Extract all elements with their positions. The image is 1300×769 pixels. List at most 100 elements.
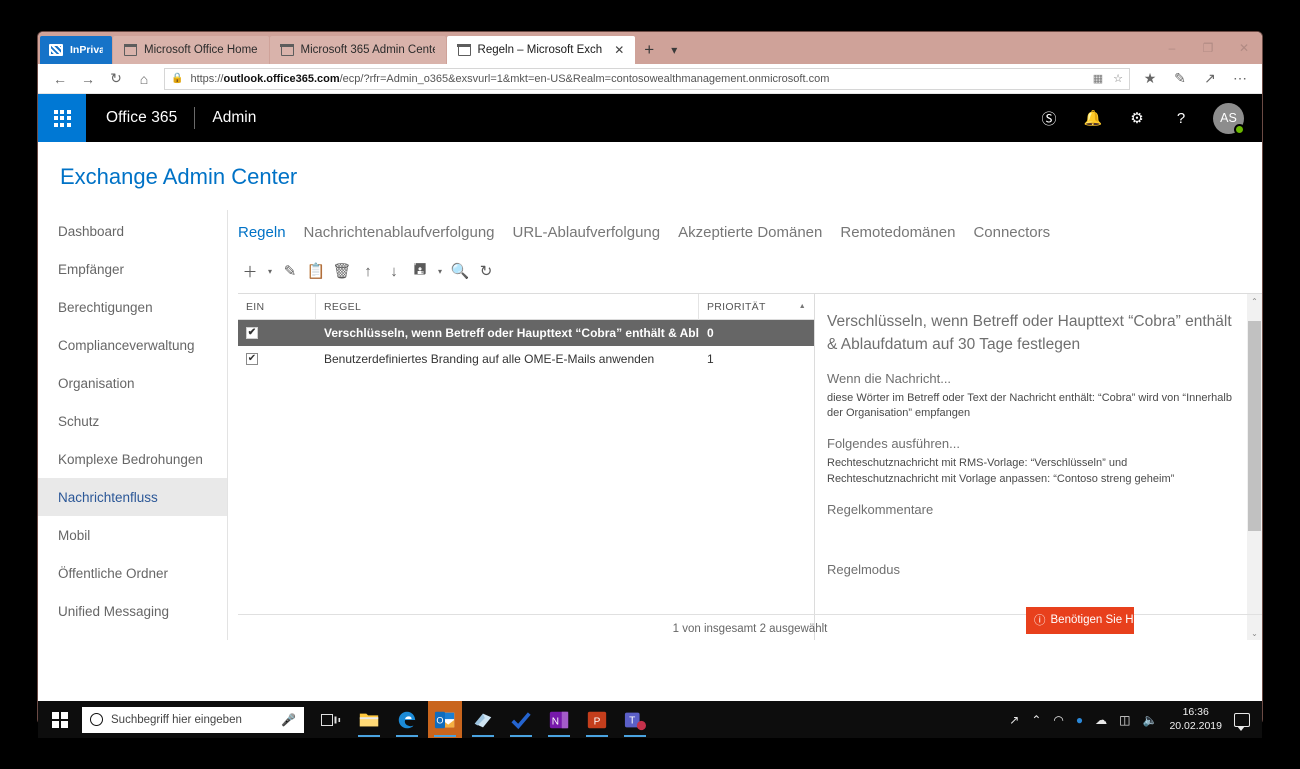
tab-regeln[interactable]: Regeln bbox=[238, 224, 286, 241]
task-view-icon[interactable] bbox=[314, 701, 348, 738]
show-hidden-icons-chevron-icon[interactable]: ⌃ bbox=[1031, 713, 1041, 727]
running-indicator bbox=[358, 735, 380, 737]
powerpoint-icon[interactable]: P bbox=[580, 701, 614, 738]
address-bar-text: https://outlook.office365.com/ecp/?rfr=A… bbox=[190, 73, 829, 85]
bell-icon[interactable]: 🔔 bbox=[1073, 96, 1113, 140]
sidebar-item-nachrichtenfluss[interactable]: Nachrichtenfluss bbox=[38, 478, 227, 516]
add-dropdown-caret-icon[interactable]: ▾ bbox=[264, 259, 276, 283]
sidebar-item-oeffentliche-ordner[interactable]: Öffentliche Ordner bbox=[38, 554, 227, 592]
browser-tab-m365-admin[interactable]: Microsoft 365 Admin Cente bbox=[270, 36, 446, 64]
microsoft-teams-icon[interactable]: T bbox=[618, 701, 652, 738]
onedrive-cloud-icon[interactable]: ☁ bbox=[1095, 713, 1107, 727]
wifi-icon[interactable]: ◠ bbox=[1053, 713, 1063, 727]
row-checkbox[interactable]: ✔ bbox=[246, 327, 258, 339]
inprivate-label: InPrivate bbox=[70, 44, 103, 56]
edit-pencil-icon[interactable]: ✎ bbox=[278, 259, 302, 283]
row-checkbox[interactable]: ✔ bbox=[246, 353, 258, 365]
column-header-prioritaet[interactable]: PRIORITÄT ▲ bbox=[699, 294, 814, 320]
more-icon[interactable]: ⋯ bbox=[1226, 66, 1254, 92]
home-button[interactable]: ⌂ bbox=[130, 66, 158, 92]
notes-pen-icon[interactable]: ✎ bbox=[1166, 66, 1194, 92]
minimize-button[interactable]: – bbox=[1154, 32, 1190, 64]
search-icon[interactable]: 🔍 bbox=[448, 259, 472, 283]
help-icon[interactable]: ? bbox=[1161, 96, 1201, 140]
windows-start-icon[interactable] bbox=[38, 701, 82, 738]
delete-trash-icon[interactable]: 🗑 bbox=[330, 259, 354, 283]
table-row[interactable]: ✔ Benutzerdefiniertes Branding auf alle … bbox=[238, 346, 814, 372]
tab-menu-chevron-down-icon[interactable]: ▾ bbox=[663, 36, 685, 64]
tab-connectors[interactable]: Connectors bbox=[973, 224, 1050, 241]
tab-akzeptierte-domaenen[interactable]: Akzeptierte Domänen bbox=[678, 224, 822, 241]
sidebar-item-empfaenger[interactable]: Empfänger bbox=[38, 250, 227, 288]
skype-icon[interactable]: Ⓢ bbox=[1029, 96, 1069, 140]
running-indicator bbox=[396, 735, 418, 737]
favorites-hub-icon[interactable]: ★ bbox=[1136, 66, 1164, 92]
close-button[interactable]: ✕ bbox=[1226, 32, 1262, 64]
network-globe-icon[interactable]: ● bbox=[1076, 713, 1083, 727]
suite-app-label[interactable]: Admin bbox=[212, 109, 256, 127]
tab-remotedomaenen[interactable]: Remotedomänen bbox=[840, 224, 955, 241]
table-row[interactable]: ✔ Verschlüsseln, wenn Betreff oder Haupt… bbox=[238, 320, 814, 346]
export-save-icon[interactable]: 🖪 bbox=[408, 259, 432, 283]
battery-icon[interactable]: ◫ bbox=[1119, 713, 1130, 727]
forward-button[interactable]: → bbox=[74, 66, 102, 92]
detail-action-text: Rechteschutznachricht mit RMS-Vorlage: “… bbox=[827, 456, 1238, 488]
sidebar-item-unified-messaging[interactable]: Unified Messaging bbox=[38, 592, 227, 630]
app-launcher-icon[interactable] bbox=[38, 94, 86, 142]
browser-tab-office-home[interactable]: Microsoft Office Home bbox=[113, 36, 269, 64]
gear-icon[interactable]: ⚙ bbox=[1117, 96, 1157, 140]
column-header-regel[interactable]: REGEL bbox=[316, 294, 699, 320]
sidebar-item-mobil[interactable]: Mobil bbox=[38, 516, 227, 554]
move-up-icon[interactable]: ↑ bbox=[356, 259, 380, 283]
new-tab-button[interactable]: + bbox=[635, 36, 663, 64]
nearby-share-icon[interactable]: ↗ bbox=[1009, 713, 1019, 727]
suite-brand-label[interactable]: Office 365 bbox=[86, 109, 177, 127]
taskbar-clock[interactable]: 16:36 20.02.2019 bbox=[1169, 706, 1222, 732]
window-icon bbox=[124, 45, 137, 56]
tab-nachrichtenablaufverfolgung[interactable]: Nachrichtenablaufverfolgung bbox=[304, 224, 495, 241]
sidebar-item-label: Nachrichtenfluss bbox=[58, 490, 158, 505]
scroll-up-arrow-icon[interactable]: ⌃ bbox=[1251, 294, 1258, 309]
need-help-badge[interactable]: ⓘ Benötigen Sie Hilfe bbox=[1026, 607, 1134, 634]
sidebar-item-hybrid[interactable]: Hybrid bbox=[38, 630, 227, 640]
onenote-icon[interactable]: N bbox=[542, 701, 576, 738]
sidebar-item-komplexe-bedrohungen[interactable]: Komplexe Bedrohungen bbox=[38, 440, 227, 478]
copy-icon[interactable]: 📋 bbox=[304, 259, 328, 283]
close-tab-icon[interactable]: ✕ bbox=[614, 44, 624, 56]
address-bar-actions: ▦ ☆ bbox=[1093, 72, 1123, 85]
column-header-ein[interactable]: EIN bbox=[238, 294, 316, 320]
tab-url-ablaufverfolgung[interactable]: URL-Ablaufverfolgung bbox=[513, 224, 661, 241]
scrollbar-track[interactable] bbox=[1247, 309, 1262, 626]
sidebar-item-organisation[interactable]: Organisation bbox=[38, 364, 227, 402]
microsoft-todo-icon[interactable] bbox=[504, 701, 538, 738]
star-icon[interactable]: ☆ bbox=[1113, 72, 1123, 85]
sticky-notes-icon[interactable] bbox=[466, 701, 500, 738]
move-down-icon[interactable]: ↓ bbox=[382, 259, 406, 283]
sidebar-item-dashboard[interactable]: Dashboard bbox=[38, 212, 227, 250]
reading-view-icon[interactable]: ▦ bbox=[1093, 72, 1103, 85]
microphone-icon[interactable]: 🎤 bbox=[281, 713, 296, 727]
volume-icon[interactable]: 🔈 bbox=[1142, 713, 1157, 727]
refresh-icon[interactable]: ↻ bbox=[474, 259, 498, 283]
browser-tab-regeln[interactable]: Regeln – Microsoft Exch ✕ bbox=[447, 36, 636, 64]
sidebar-item-complianceverwaltung[interactable]: Complianceverwaltung bbox=[38, 326, 227, 364]
share-icon[interactable]: ↗ bbox=[1196, 66, 1224, 92]
scrollbar-thumb[interactable] bbox=[1248, 321, 1261, 531]
outlook-icon[interactable]: O bbox=[428, 701, 462, 738]
export-dropdown-caret-icon[interactable]: ▾ bbox=[434, 259, 446, 283]
action-center-icon[interactable] bbox=[1234, 713, 1250, 727]
file-explorer-icon[interactable] bbox=[352, 701, 386, 738]
inprivate-badge: InPrivate bbox=[40, 36, 112, 64]
refresh-button[interactable]: ↻ bbox=[102, 66, 130, 92]
add-icon[interactable]: ＋ bbox=[238, 259, 262, 283]
back-button[interactable]: ← bbox=[46, 66, 74, 92]
maximize-button[interactable]: ❐ bbox=[1190, 32, 1226, 64]
avatar[interactable]: AS bbox=[1213, 103, 1244, 134]
detail-scrollbar[interactable]: ⌃ ⌄ bbox=[1247, 294, 1262, 640]
sidebar-item-berechtigungen[interactable]: Berechtigungen bbox=[38, 288, 227, 326]
sidebar-item-schutz[interactable]: Schutz bbox=[38, 402, 227, 440]
address-bar[interactable]: 🔒 https://outlook.office365.com/ecp/?rfr… bbox=[164, 68, 1130, 90]
microsoft-edge-icon[interactable] bbox=[390, 701, 424, 738]
search-input[interactable]: Suchbegriff hier eingeben 🎤 bbox=[82, 707, 304, 733]
search-placeholder: Suchbegriff hier eingeben bbox=[111, 714, 242, 726]
